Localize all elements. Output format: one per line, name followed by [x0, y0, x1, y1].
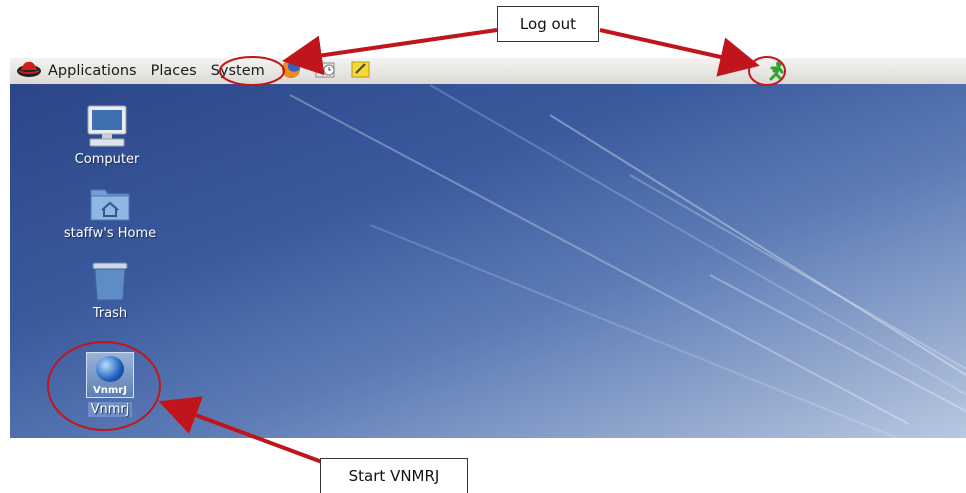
annotation-overlay — [47, 28, 786, 464]
logout-arrow-left — [282, 28, 498, 76]
logout-callout: Log out — [497, 6, 599, 42]
vnmrj-highlight-circle — [47, 341, 161, 431]
logout-highlight-circle — [748, 56, 786, 86]
start-vnmrj-callout: Start VNMRJ — [320, 458, 468, 493]
system-highlight-circle — [219, 56, 285, 86]
vnmrj-arrow — [158, 396, 323, 464]
logout-arrow-right — [599, 28, 760, 77]
